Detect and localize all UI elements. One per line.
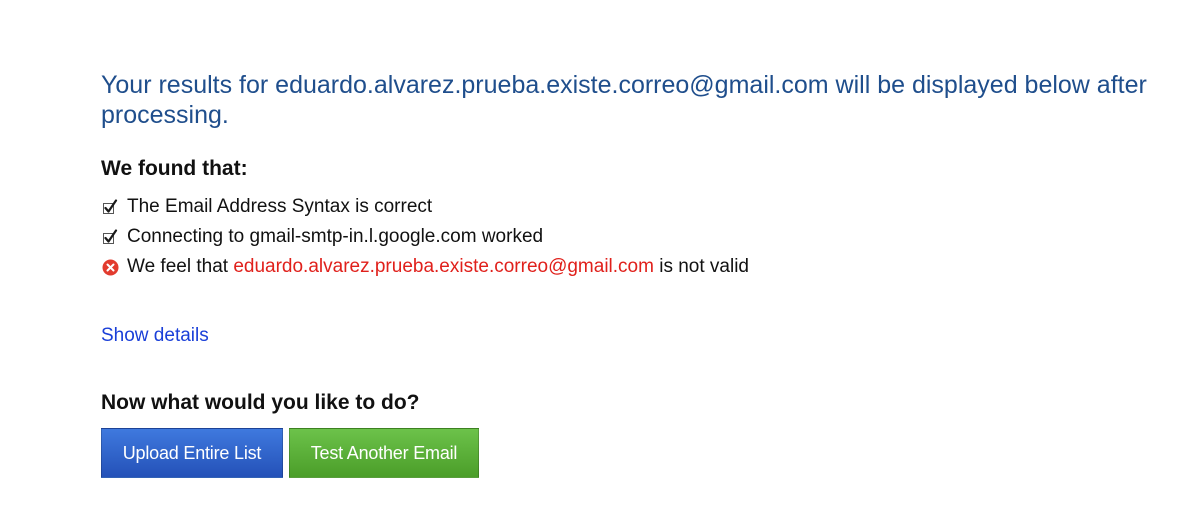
- list-item: The Email Address Syntax is correct: [101, 192, 1181, 222]
- list-item: We feel that eduardo.alvarez.prueba.exis…: [101, 252, 1181, 282]
- checkmark-icon: [101, 228, 119, 246]
- headline-email: eduardo.alvarez.prueba.existe.correo@gma…: [275, 71, 829, 99]
- headline-prefix: Your results for: [101, 71, 276, 99]
- action-buttons: Upload Entire List Test Another Email: [101, 428, 1181, 478]
- test-another-email-button[interactable]: Test Another Email: [289, 428, 479, 478]
- results-list: The Email Address Syntax is correct Conn…: [101, 192, 1181, 282]
- list-item: Connecting to gmail-smtp-in.l.google.com…: [101, 222, 1181, 252]
- show-details-link[interactable]: Show details: [101, 324, 209, 348]
- result-text: We feel that eduardo.alvarez.prueba.exis…: [127, 252, 749, 282]
- found-title: We found that:: [101, 157, 248, 180]
- results-panel: Your results for eduardo.alvarez.prueba.…: [101, 70, 1181, 478]
- next-title: Now what would you like to do?: [101, 391, 420, 414]
- checkmark-icon: [101, 198, 119, 216]
- result-prefix: We feel that: [127, 256, 234, 277]
- result-text: The Email Address Syntax is correct: [127, 196, 433, 217]
- result-suffix: is not valid: [653, 256, 749, 277]
- result-text: Connecting to gmail-smtp-in.l.google.com…: [127, 226, 544, 247]
- upload-list-button[interactable]: Upload Entire List: [101, 428, 283, 478]
- error-icon: [101, 258, 119, 276]
- invalid-email: eduardo.alvarez.prueba.existe.correo@gma…: [233, 256, 654, 277]
- results-headline: Your results for eduardo.alvarez.prueba.…: [101, 70, 1181, 130]
